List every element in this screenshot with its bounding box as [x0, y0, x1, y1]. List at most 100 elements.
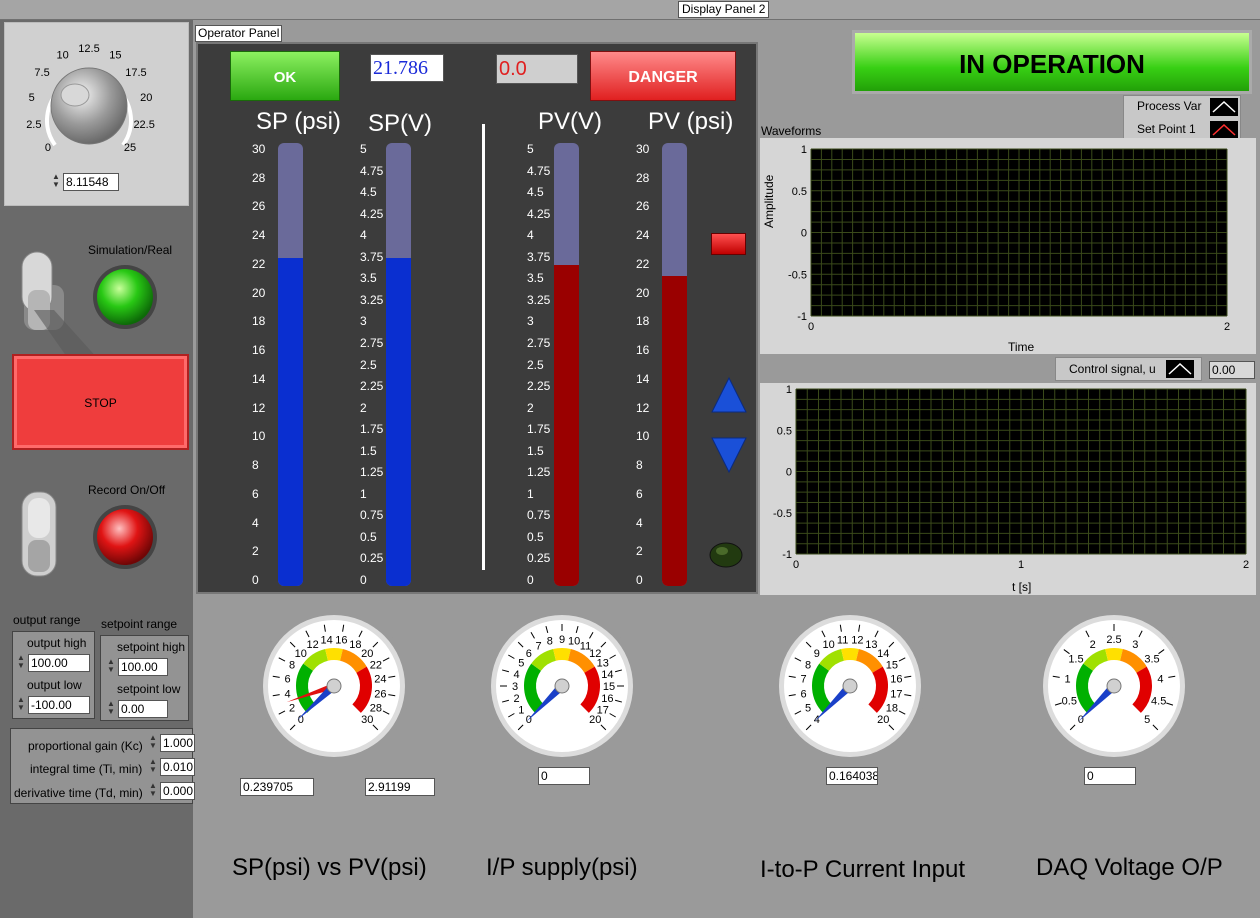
x-tick-label: 1	[1018, 559, 1024, 571]
ti-field[interactable]: 0.010	[160, 758, 195, 776]
scale-tick-label: 6	[252, 486, 259, 501]
scale-tick-label: 28	[252, 170, 266, 185]
gauge-tick-label: 3.5	[1144, 653, 1159, 665]
up-arrow-button[interactable]	[710, 376, 748, 414]
output-low-field[interactable]: -100.00	[28, 696, 90, 714]
setpoint-high-spinner[interactable]: ▲ ▼	[106, 658, 116, 676]
gauge1-value-b: 2.91199	[365, 778, 435, 796]
down-arrow-button[interactable]	[710, 436, 748, 474]
panel-divider	[482, 124, 485, 570]
sp-pv-gauge: 024681012 14 16 18202224262830	[258, 610, 410, 762]
scale-tick-label: 20	[252, 285, 266, 300]
td-spinner[interactable]: ▲ ▼	[148, 782, 158, 800]
setpoint-high-label: setpoint high	[117, 640, 186, 654]
knob-value-field[interactable]: 8.11548	[63, 173, 119, 191]
gauge-tick-label: 16	[335, 635, 347, 647]
daq-voltage-gauge: 00.5 1 1.5 2 2.5 3 3.5 4 4.55	[1038, 610, 1190, 762]
scale-tick-label: 12	[252, 400, 266, 415]
current-input-gauge: 45 6 7 8910 11 12 131415 16 17 1820	[774, 610, 926, 762]
sp-v-title: SP(V)	[368, 110, 433, 137]
kc-field[interactable]: 1.000	[160, 734, 195, 752]
kc-spinner[interactable]: ▲ ▼	[148, 734, 158, 752]
scale-tick-label: 3.25	[527, 292, 551, 307]
alarm-indicator	[711, 233, 746, 255]
pv-psi-scale: 30 28 26 24 22 20 18 16 14 12 10 8 6 4 2 0	[636, 142, 660, 587]
scale-tick-label: 1.25	[527, 465, 551, 480]
knob-tick-label: 22.5	[133, 119, 154, 131]
scale-tick-label: 2.5	[527, 357, 544, 372]
simulation-led	[93, 265, 157, 329]
knob-spinner[interactable]: ▲ ▼	[51, 173, 61, 191]
scale-tick-label: 1.75	[527, 422, 551, 437]
gauge-tick-label: 7	[535, 640, 541, 652]
waveform-legend: Process Var Set Point 1	[1123, 95, 1241, 141]
ok-button[interactable]: OK	[230, 51, 340, 101]
scale-tick-label: 6	[636, 486, 643, 501]
ip-supply-gauge: 01234567 8 9 10 1112131415161720	[486, 610, 638, 762]
legend-control-signal-swatch[interactable]	[1166, 360, 1194, 378]
sp-psi-tank	[278, 143, 303, 586]
scale-tick-label: 30	[252, 142, 266, 156]
title-bar	[0, 0, 1260, 20]
td-field[interactable]: 0.000	[160, 782, 195, 800]
simulation-toggle-switch[interactable]	[14, 250, 104, 360]
knob-tick-label: 20	[140, 92, 152, 104]
gauge-tick-label: 10	[823, 639, 835, 651]
gauge-tick-label: 12	[851, 635, 863, 647]
scale-tick-label: 4	[360, 228, 367, 243]
setpoint-low-field[interactable]: 0.00	[118, 700, 168, 718]
legend-process-var: Process Var	[1137, 99, 1202, 113]
gauge-tick-label: 22	[370, 660, 382, 672]
danger-button[interactable]: DANGER	[590, 51, 736, 101]
scale-tick-label: 0	[527, 573, 534, 587]
gauge-tick-label: 3	[512, 681, 518, 693]
output-low-spinner[interactable]: ▲ ▼	[16, 696, 26, 714]
gauge-tick-label: 20	[589, 714, 601, 726]
gauge-tick-label: 17	[890, 688, 902, 700]
scale-tick-label: 0.25	[527, 551, 551, 566]
stop-button-label: STOP	[84, 396, 117, 410]
setpoint-low-spinner[interactable]: ▲ ▼	[106, 700, 116, 718]
scale-tick-label: 4.25	[360, 206, 384, 221]
scale-tick-label: 4	[636, 515, 643, 530]
scale-tick-label: 3.75	[360, 249, 384, 264]
legend-process-var-swatch[interactable]	[1210, 98, 1238, 116]
record-led	[93, 505, 157, 569]
gauge-tick-label: 4.5	[1151, 696, 1166, 708]
gauge-tick-label: 20	[877, 714, 889, 726]
scale-tick-label: 20	[636, 285, 650, 300]
scale-tick-label: 1.25	[360, 465, 384, 480]
record-toggle-switch[interactable]	[14, 490, 94, 580]
gauge-color-band	[1105, 648, 1123, 661]
scale-tick-label: 4	[527, 228, 534, 243]
y-tick-label: 0.5	[792, 186, 807, 198]
gauge-tick-label: 16	[601, 693, 613, 705]
status-led-icon	[709, 542, 743, 568]
scale-tick-label: 2	[360, 400, 367, 415]
output-high-field[interactable]: 100.00	[28, 654, 90, 672]
scale-tick-label: 1.5	[360, 443, 377, 458]
output-low-label: output low	[27, 678, 82, 692]
knob-tick-label: 15	[109, 49, 121, 61]
gauge-tick-label: 15	[603, 681, 615, 693]
gauge-color-band	[841, 648, 859, 661]
legend-set-point-swatch[interactable]	[1210, 121, 1238, 139]
scale-tick-label: 24	[636, 228, 650, 243]
y-tick-label: 1	[801, 144, 807, 156]
gauge-tick-label: 24	[374, 674, 386, 686]
setpoint-high-field[interactable]: 100.00	[118, 658, 168, 676]
y-tick-label: 1	[786, 384, 792, 396]
ti-spinner[interactable]: ▲ ▼	[148, 758, 158, 776]
gauge-tick-label: 4	[814, 714, 820, 726]
legend-control-signal: Control signal, u	[1069, 362, 1156, 376]
knob-tick-label: 17.5	[125, 67, 146, 79]
scale-tick-label: 26	[636, 199, 650, 214]
stop-button[interactable]: STOP	[12, 354, 189, 450]
waveform-xlabel: Time	[1008, 340, 1035, 354]
scale-tick-label: 28	[636, 170, 650, 185]
output-high-spinner[interactable]: ▲ ▼	[16, 654, 26, 672]
gauge-tick-label: 0	[1078, 714, 1084, 726]
control-xlabel: t [s]	[1012, 580, 1032, 594]
gauge-tick-label: 8	[547, 636, 553, 648]
in-operation-label: IN OPERATION	[959, 49, 1145, 79]
